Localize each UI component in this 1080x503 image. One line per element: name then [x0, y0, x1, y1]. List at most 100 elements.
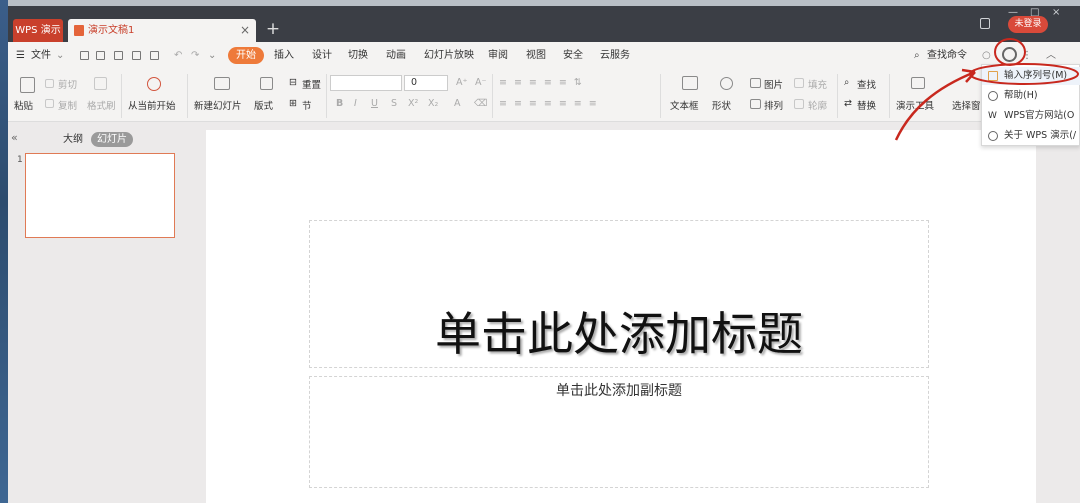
chevron-down-icon[interactable]: ⌄: [56, 47, 64, 64]
section-button[interactable]: 节: [302, 98, 312, 112]
paragraph-list-icons[interactable]: ≡≡≡≡≡⇅: [499, 77, 589, 88]
paste-button[interactable]: 粘贴: [14, 98, 33, 112]
clear-format-icon[interactable]: ⌫: [474, 98, 487, 109]
from-current-button[interactable]: 从当前开始: [128, 98, 176, 112]
tab-review[interactable]: 审阅: [488, 47, 508, 64]
find-button[interactable]: 查找: [857, 77, 876, 91]
strikethrough-icon[interactable]: S: [391, 98, 397, 109]
collapse-pane-icon[interactable]: «: [11, 131, 18, 144]
select-pane-button[interactable]: 选择窗: [952, 98, 981, 112]
new-slide-button[interactable]: 新建幻灯片: [194, 98, 242, 112]
more-icon[interactable]: ⋮: [1022, 47, 1032, 64]
slide-canvas[interactable]: 单击此处添加标题 单击此处添加副标题: [206, 130, 1036, 503]
title-bar: WPS 演示 演示文稿1 × + — □ ×: [8, 6, 1080, 42]
gear-icon[interactable]: [1002, 47, 1017, 62]
quick-access-chevron-icon[interactable]: ⌄: [208, 47, 216, 64]
print-icon[interactable]: [132, 51, 141, 60]
tab-insert[interactable]: 插入: [274, 47, 294, 64]
presentation-tools-icon[interactable]: [911, 77, 925, 89]
outline-icon[interactable]: [794, 99, 804, 109]
presentation-tools-button[interactable]: 演示工具: [896, 98, 934, 112]
search-command[interactable]: 查找命令: [927, 47, 967, 64]
underline-icon[interactable]: U: [371, 98, 378, 109]
fill-icon[interactable]: [794, 78, 804, 88]
new-slide-icon[interactable]: [214, 77, 230, 90]
tab-outline[interactable]: 大纲: [63, 132, 83, 147]
outline-button[interactable]: 轮廓: [808, 98, 827, 112]
divider: [492, 74, 493, 118]
shrink-font-icon[interactable]: A⁻: [475, 77, 487, 88]
grow-font-icon[interactable]: A⁺: [456, 77, 468, 88]
tab-slideshow[interactable]: 幻灯片放映: [424, 47, 474, 64]
format-painter-icon[interactable]: [94, 77, 107, 90]
new-icon[interactable]: [80, 51, 89, 60]
file-menu[interactable]: 文件: [31, 47, 51, 64]
tab-design[interactable]: 设计: [312, 47, 332, 64]
format-painter-button[interactable]: 格式刷: [87, 98, 116, 112]
new-tab-button[interactable]: +: [262, 19, 284, 42]
tab-security[interactable]: 安全: [563, 47, 583, 64]
replace-button[interactable]: 替换: [857, 98, 876, 112]
picture-icon[interactable]: [750, 78, 761, 88]
save-icon[interactable]: [114, 51, 123, 60]
menu-item-website[interactable]: W WPS官方网站(O: [982, 107, 1080, 125]
paste-icon[interactable]: [20, 77, 35, 93]
slide-subtitle-prompt[interactable]: 单击此处添加副标题: [310, 380, 928, 400]
window-close-button[interactable]: ×: [1052, 6, 1060, 20]
tab-view[interactable]: 视图: [526, 47, 546, 64]
slide-title-prompt[interactable]: 单击此处添加标题: [310, 298, 928, 364]
reset-icon[interactable]: ⊟: [289, 77, 297, 88]
tab-home[interactable]: 开始: [228, 47, 264, 64]
play-from-current-icon[interactable]: [147, 77, 161, 91]
slide-thumbnail[interactable]: [25, 153, 175, 238]
tab-document[interactable]: 演示文稿1 ×: [68, 19, 256, 42]
superscript-icon[interactable]: X²: [408, 98, 418, 109]
shape-button[interactable]: 形状: [712, 98, 731, 112]
tab-wps-presentation[interactable]: WPS 演示: [13, 19, 63, 42]
tab-transitions[interactable]: 切换: [348, 47, 368, 64]
search-icon[interactable]: ⌕: [914, 47, 920, 64]
close-tab-button[interactable]: ×: [240, 19, 250, 42]
text-box-button[interactable]: 文本框: [670, 98, 699, 112]
bold-icon[interactable]: B: [336, 98, 343, 109]
login-button[interactable]: 未登录: [1008, 16, 1048, 33]
open-icon[interactable]: [96, 51, 105, 60]
menu-item-about[interactable]: 关于 WPS 演示(/: [982, 127, 1080, 145]
subtitle-placeholder[interactable]: 单击此处添加副标题: [309, 376, 929, 488]
cut-icon[interactable]: [45, 79, 54, 88]
picture-button[interactable]: 图片: [764, 77, 783, 91]
tab-slides[interactable]: 幻灯片: [91, 132, 133, 147]
window-mode-icon[interactable]: [980, 18, 990, 29]
title-placeholder[interactable]: 单击此处添加标题: [309, 220, 929, 368]
text-box-icon[interactable]: [682, 76, 698, 90]
section-icon[interactable]: ⊞: [289, 98, 297, 109]
layout-icon[interactable]: [260, 77, 273, 90]
fill-button[interactable]: 填充: [808, 77, 827, 91]
copy-icon[interactable]: [45, 99, 54, 108]
paragraph-align-icons[interactable]: ≡≡≡≡≡≡≡: [499, 98, 604, 109]
font-size-value: 0: [411, 77, 418, 88]
menu-item-enter-serial[interactable]: 输入序列号(M): [982, 67, 1080, 85]
preview-icon[interactable]: [150, 51, 159, 60]
cut-button[interactable]: 剪切: [58, 77, 77, 91]
arrange-button[interactable]: 排列: [764, 98, 783, 112]
menu-item-help[interactable]: 帮助(H): [982, 87, 1080, 105]
arrange-icon[interactable]: [750, 99, 761, 109]
subscript-icon[interactable]: X₂: [428, 98, 438, 109]
tab-animations[interactable]: 动画: [386, 47, 406, 64]
shape-icon[interactable]: [720, 77, 733, 90]
help-circle-icon[interactable]: ○: [982, 47, 991, 64]
reset-button[interactable]: 重置: [302, 77, 321, 91]
collapse-ribbon-icon[interactable]: ︿: [1046, 47, 1056, 64]
tab-cloud[interactable]: 云服务: [600, 47, 630, 64]
font-color-icon[interactable]: A: [454, 98, 461, 109]
find-icon[interactable]: ⌕: [844, 77, 849, 88]
copy-button[interactable]: 复制: [58, 98, 77, 112]
undo-icon[interactable]: ↶: [174, 47, 182, 64]
font-name-select[interactable]: [330, 75, 402, 91]
hamburger-icon[interactable]: ☰: [16, 47, 25, 64]
italic-icon[interactable]: I: [354, 98, 357, 109]
layout-button[interactable]: 版式: [254, 98, 273, 112]
replace-icon[interactable]: ⇄: [844, 98, 852, 109]
redo-icon[interactable]: ↷: [191, 47, 199, 64]
